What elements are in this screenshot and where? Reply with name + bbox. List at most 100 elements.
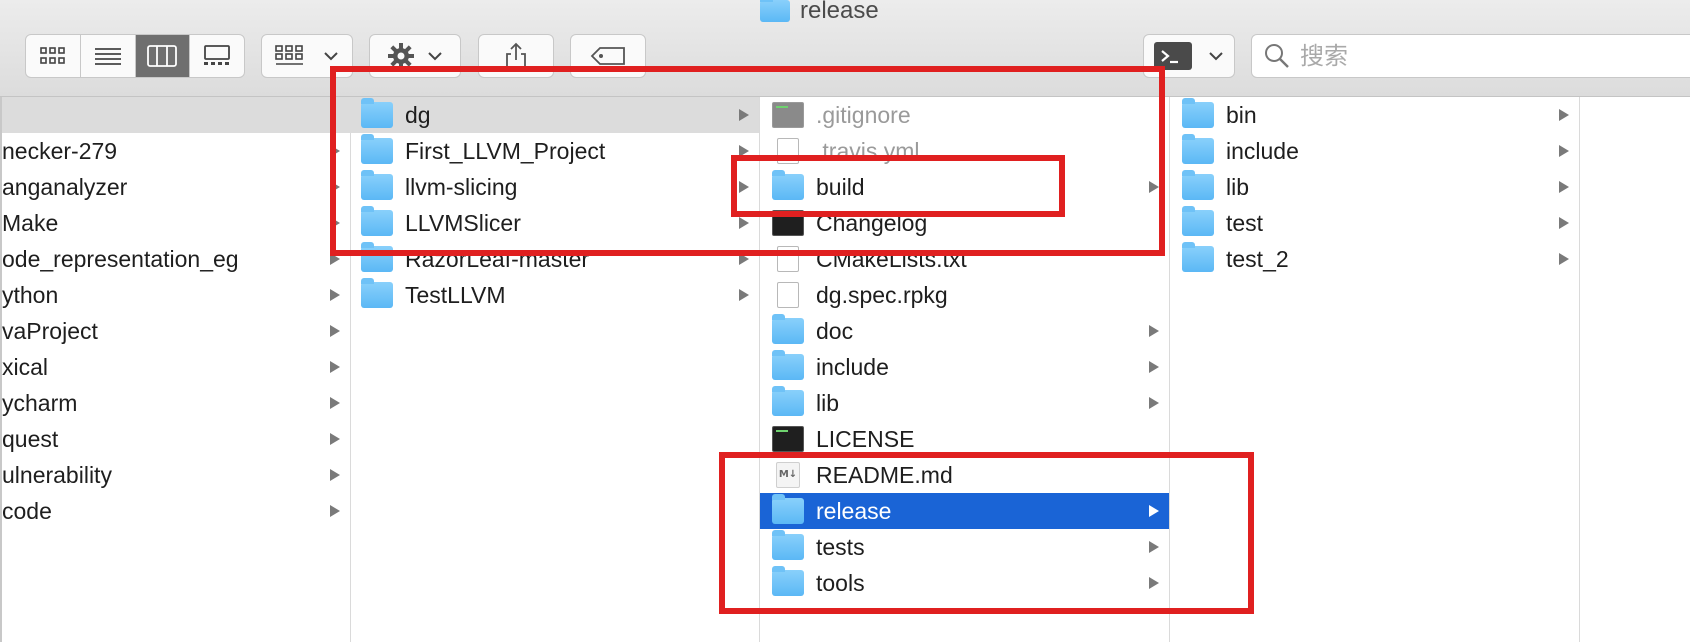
tags-button[interactable]	[570, 34, 646, 78]
disclosure-arrow-icon	[739, 253, 749, 265]
file-row[interactable]: ython	[2, 277, 350, 313]
folder-row[interactable]: First_LLVM_Project	[349, 133, 759, 169]
folder-row[interactable]: tools	[760, 565, 1169, 601]
column-view-button[interactable]	[135, 35, 191, 77]
folder-row[interactable]: bin	[1170, 97, 1579, 133]
item-label: include	[1226, 137, 1299, 164]
file-row[interactable]: xical	[2, 349, 350, 385]
list-view-button[interactable]	[81, 35, 136, 77]
folder-icon	[361, 242, 393, 272]
columns-icon	[147, 45, 178, 67]
file-row[interactable]: CMakeLists.txt	[760, 241, 1169, 277]
column-4: bin include lib test test_2	[1170, 97, 1580, 642]
folder-row[interactable]: release	[760, 493, 1169, 529]
action-menu-button[interactable]	[369, 34, 461, 78]
item-label: LICENSE	[816, 425, 915, 452]
folder-row[interactable]: include	[1170, 133, 1579, 169]
search-field[interactable]	[1251, 34, 1690, 78]
disclosure-arrow-icon	[1149, 325, 1159, 337]
search-input[interactable]	[1298, 41, 1682, 71]
folder-icon	[772, 530, 804, 560]
column-3: .gitignore .travis.yml build Changelog CMake…	[760, 97, 1170, 642]
item-label: include	[816, 353, 889, 380]
file-row[interactable]: dg.spec.rpkg	[760, 277, 1169, 313]
file-row[interactable]: ode_representation_eg	[2, 241, 350, 277]
toolbar: release	[0, 0, 1690, 97]
folder-icon	[361, 98, 393, 128]
list-icon	[94, 48, 121, 65]
folder-row[interactable]: lib	[1170, 169, 1579, 205]
item-label: lib	[1226, 173, 1250, 200]
share-button[interactable]	[478, 34, 554, 78]
item-label: .travis.yml	[816, 137, 920, 164]
file-row[interactable]: M↓ README.md	[760, 457, 1169, 493]
disclosure-arrow-icon	[330, 361, 340, 373]
item-label: code	[2, 497, 52, 524]
folder-row[interactable]: TestLLVM	[349, 277, 759, 313]
file-row[interactable]: anganalyzer	[2, 169, 350, 205]
file-row[interactable]: .travis.yml	[760, 133, 1169, 169]
chevron-down-icon	[324, 52, 338, 61]
file-row[interactable]: Make	[2, 205, 350, 241]
item-label: CMakeLists.txt	[816, 245, 967, 272]
item-label: .gitignore	[816, 101, 911, 128]
executable-icon	[772, 210, 804, 236]
file-row[interactable]: ulnerability	[2, 457, 350, 493]
item-label: LLVMSlicer	[405, 209, 521, 236]
folder-icon	[760, 0, 790, 22]
folder-icon	[361, 278, 393, 308]
folder-row[interactable]: tests	[760, 529, 1169, 565]
disclosure-arrow-icon	[739, 217, 749, 229]
folder-row[interactable]: build	[760, 169, 1169, 205]
item-label: vaProject	[2, 317, 98, 344]
terminal-icon	[1154, 42, 1192, 70]
icon-view-button[interactable]	[26, 35, 81, 77]
markdown-icon: M↓	[776, 462, 800, 488]
item-label: TestLLVM	[405, 281, 506, 308]
terminal-button[interactable]	[1143, 34, 1235, 78]
disclosure-arrow-icon	[330, 217, 340, 229]
folder-row[interactable]: dg	[349, 97, 759, 133]
folder-row[interactable]: lib	[760, 385, 1169, 421]
item-label: quest	[2, 425, 59, 452]
disclosure-arrow-icon	[1559, 217, 1569, 229]
file-row[interactable]: ycharm	[2, 385, 350, 421]
file-row[interactable]	[2, 97, 350, 133]
folder-icon	[772, 494, 804, 524]
folder-row[interactable]: doc	[760, 313, 1169, 349]
folder-row[interactable]: LLVMSlicer	[349, 205, 759, 241]
item-label: ycharm	[2, 389, 78, 416]
file-row[interactable]: LICENSE	[760, 421, 1169, 457]
view-mode-segmented-control	[25, 34, 245, 78]
gallery-view-button[interactable]	[190, 35, 244, 77]
executable-icon	[772, 426, 804, 452]
disclosure-arrow-icon	[1149, 361, 1159, 373]
disclosure-arrow-icon	[1559, 109, 1569, 121]
search-icon	[1265, 44, 1289, 68]
disclosure-arrow-icon	[1149, 181, 1159, 193]
folder-row[interactable]: llvm-slicing	[349, 169, 759, 205]
group-by-button[interactable]	[261, 34, 353, 78]
file-row[interactable]: necker-279	[2, 133, 350, 169]
file-row[interactable]: code	[2, 493, 350, 529]
disclosure-arrow-icon	[330, 505, 340, 517]
item-label: ulnerability	[2, 461, 112, 488]
folder-row[interactable]: include	[760, 349, 1169, 385]
folder-row[interactable]: test_2	[1170, 241, 1579, 277]
window-title-text: release	[800, 0, 879, 24]
file-row[interactable]: quest	[2, 421, 350, 457]
file-row[interactable]: vaProject	[2, 313, 350, 349]
column-browser: necker-279 anganalyzer Make ode_representat…	[0, 97, 1690, 642]
file-row[interactable]: .gitignore	[760, 97, 1169, 133]
item-label: release	[816, 497, 892, 524]
folder-row[interactable]: RazorLeaf-master	[349, 241, 759, 277]
gallery-icon	[204, 45, 231, 65]
file-row[interactable]: Changelog	[760, 205, 1169, 241]
item-label: llvm-slicing	[405, 173, 518, 200]
share-icon	[506, 42, 526, 69]
grid-icon	[40, 47, 65, 64]
folder-row[interactable]: test	[1170, 205, 1579, 241]
group-icon	[275, 45, 303, 65]
gear-icon	[388, 43, 414, 69]
item-label: ython	[2, 281, 59, 308]
